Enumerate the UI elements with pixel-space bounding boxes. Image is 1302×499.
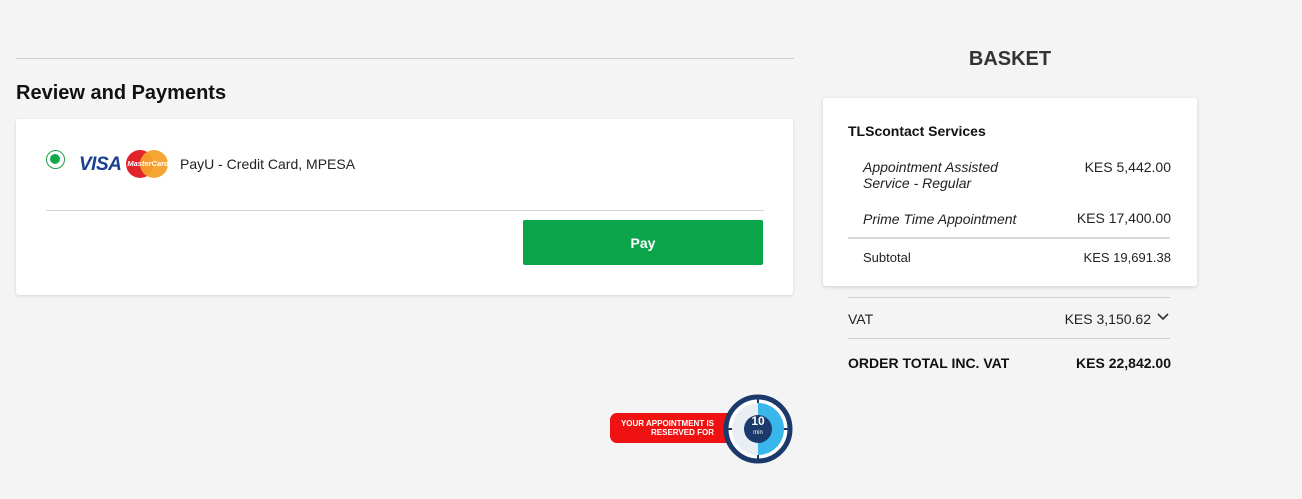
chevron-down-icon[interactable] (1156, 311, 1170, 323)
section-title: Review and Payments (16, 82, 227, 104)
basket-item-name: Appointment Assisted Service - Regular (863, 159, 998, 191)
mastercard-logo-icon: MasterCard (126, 150, 170, 178)
pay-button[interactable]: Pay (523, 220, 763, 265)
countdown-timer-icon (723, 394, 793, 464)
timer-unit: min (753, 430, 763, 436)
basket-card: TLScontact Services Appointment Assisted… (823, 98, 1197, 286)
radio-selected-dot (50, 154, 60, 164)
top-divider (16, 58, 794, 59)
payment-method-label: PayU - Credit Card, MPESA (180, 156, 356, 172)
basket-divider (848, 237, 1170, 239)
basket-item-price: KES 17,400.00 (1076, 210, 1171, 226)
total-divider (848, 338, 1170, 339)
reservation-banner: YOUR APPOINTMENT IS RESERVED FOR (610, 413, 740, 443)
timer-minutes: 10 (751, 414, 765, 428)
order-total-label: ORDER TOTAL INC. VAT (848, 355, 1010, 371)
subtotal-label: Subtotal (863, 250, 911, 265)
visa-logo-icon: VISA (79, 154, 122, 175)
checkout-page: Review and Payments VISA MasterCard PayU… (0, 0, 1302, 499)
basket-title: BASKET (968, 48, 1052, 70)
order-total-value: KES 22,842.00 (1076, 355, 1171, 371)
services-title: TLScontact Services (848, 123, 986, 139)
payu-radio-button[interactable] (46, 150, 65, 169)
reservation-text-line1: YOUR APPOINTMENT IS (620, 419, 714, 428)
basket-item-price: KES 5,442.00 (1084, 159, 1171, 175)
reservation-text-line2: RESERVED FOR (651, 428, 714, 437)
subtotal-value: KES 19,691.38 (1083, 250, 1171, 265)
vat-label: VAT (848, 311, 874, 327)
payment-method-card: VISA MasterCard PayU - Credit Card, MPES… (16, 119, 793, 295)
card-divider (46, 210, 764, 211)
basket-item-name: Prime Time Appointment (863, 211, 1017, 227)
vat-value: KES 3,150.62 (1064, 311, 1151, 327)
vat-divider (848, 297, 1170, 298)
